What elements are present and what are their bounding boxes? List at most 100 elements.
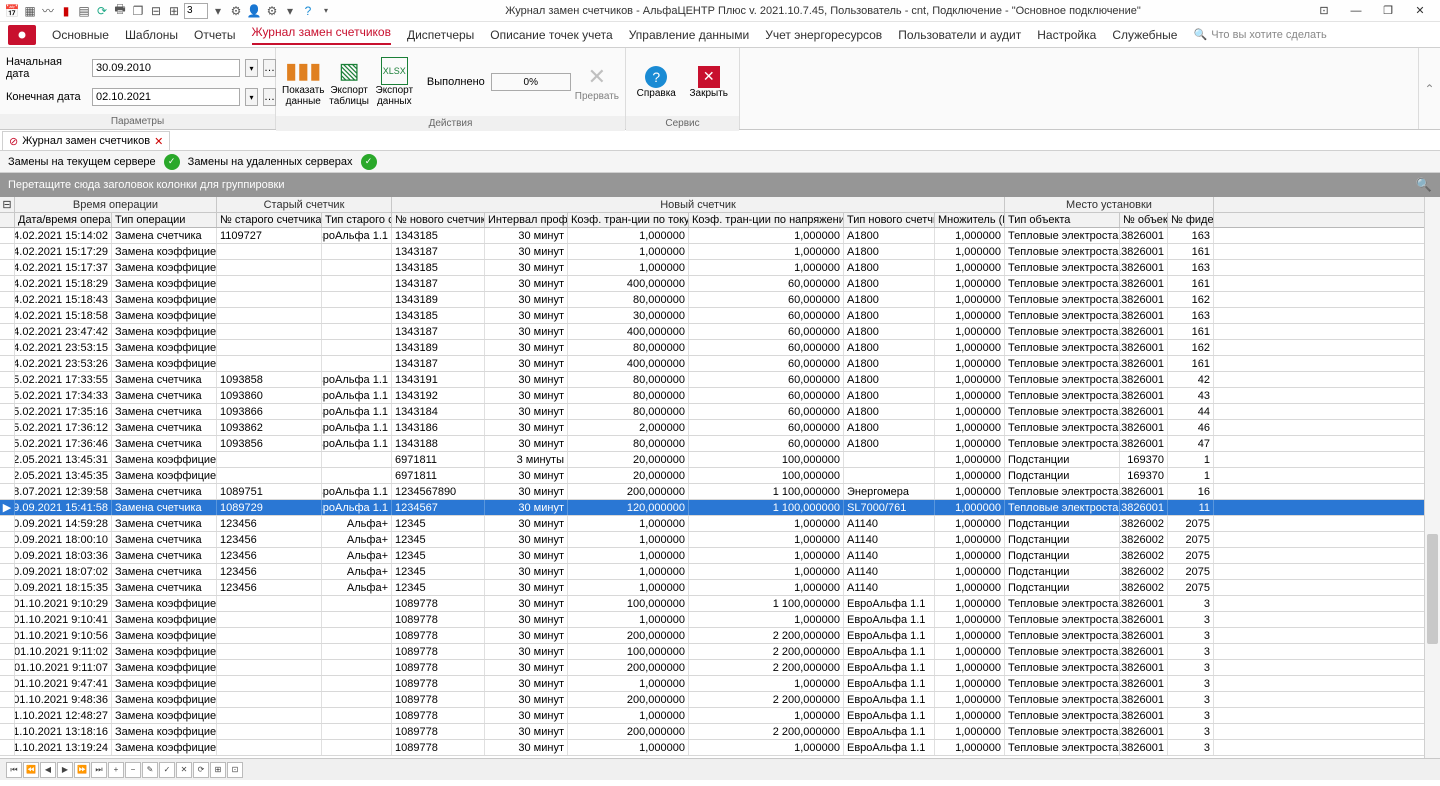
qat-help-dropdown-icon[interactable]: ▾ <box>318 3 334 19</box>
end-date-ellipsis[interactable]: … <box>263 88 276 106</box>
table-row[interactable]: 30.09.2021 18:15:35Замена счетчика123456… <box>0 580 1440 596</box>
table-row[interactable]: 24.02.2021 15:14:02Замена счетчика110972… <box>0 228 1440 244</box>
qat-grid-icon[interactable]: ▤ <box>76 3 92 19</box>
qat-refresh-icon[interactable]: ⟳ <box>94 3 110 19</box>
menu-upravlenie[interactable]: Управление данными <box>629 28 750 42</box>
table-row[interactable]: 30.09.2021 18:00:10Замена счетчика123456… <box>0 532 1440 548</box>
qat-more-icon[interactable]: ▾ <box>282 3 298 19</box>
table-row[interactable]: 30.09.2021 18:07:02Замена счетчика123456… <box>0 564 1440 580</box>
nav-last[interactable]: ⏭ <box>91 762 107 778</box>
table-row[interactable]: 08.07.2021 12:39:58Замена счетчика108975… <box>0 484 1440 500</box>
hdr-op[interactable]: Тип операции <box>112 213 217 227</box>
nav-edit[interactable]: ✎ <box>142 762 158 778</box>
hdr-group-old[interactable]: Старый счетчик <box>217 197 392 212</box>
table-row[interactable]: 24.02.2021 23:53:26Замена коэффициентов1… <box>0 356 1440 372</box>
abort-button[interactable]: ✕Прервать <box>575 50 619 114</box>
export-data-button[interactable]: XLSXЭкспорт данных <box>374 50 415 114</box>
group-panel[interactable]: Перетащите сюда заголовок колонки для гр… <box>0 173 1440 197</box>
nav-cancel[interactable]: ✕ <box>176 762 192 778</box>
table-row[interactable]: 01.10.2021 9:47:41Замена коэффициентов10… <box>0 676 1440 692</box>
table-row[interactable]: 24.02.2021 23:47:42Замена коэффициентов1… <box>0 324 1440 340</box>
grid-vscroll-thumb[interactable] <box>1427 534 1438 644</box>
qat-dropdown-icon[interactable]: ▾ <box>210 3 226 19</box>
qat-settings-icon[interactable]: ⚙ <box>228 3 244 19</box>
nav-add[interactable]: + <box>108 762 124 778</box>
hdr-kt[interactable]: Коэф. тран-ции по току (КТ) <box>568 213 689 227</box>
show-data-button[interactable]: ▮▮▮Показать данные <box>282 50 325 114</box>
menu-shablony[interactable]: Шаблоны <box>125 28 178 42</box>
menu-otchety[interactable]: Отчеты <box>194 28 235 42</box>
table-row[interactable]: 25.02.2021 17:35:16Замена счетчика109386… <box>0 404 1440 420</box>
table-row[interactable]: 30.09.2021 18:03:36Замена счетчика123456… <box>0 548 1440 564</box>
help-button[interactable]: ?Справка <box>632 50 681 114</box>
hdr-mult[interactable]: Множитель (М) <box>935 213 1005 227</box>
menu-dispetchery[interactable]: Диспетчеры <box>407 28 474 42</box>
qat-layers-icon[interactable]: ❐ <box>130 3 146 19</box>
qat-help-icon[interactable]: ? <box>300 3 316 19</box>
grid-vscroll[interactable] <box>1424 197 1440 758</box>
menu-uchet[interactable]: Учет энергоресурсов <box>765 28 882 42</box>
qat-chart-icon[interactable]: 〰 <box>40 3 56 19</box>
menu-nastroyka[interactable]: Настройка <box>1037 28 1096 42</box>
table-row[interactable]: 12.05.2021 13:45:35Замена коэффициентов6… <box>0 468 1440 484</box>
table-row[interactable]: 25.02.2021 17:34:33Замена счетчика109386… <box>0 388 1440 404</box>
hdr-oldnum[interactable]: № старого счетчика <box>217 213 322 227</box>
qat-calendar-icon[interactable]: 📅 <box>4 3 20 19</box>
nav-commit[interactable]: ✓ <box>159 762 175 778</box>
table-row[interactable]: 01.10.2021 9:11:02Замена коэффициентов10… <box>0 644 1440 660</box>
qat-hierarchy-icon[interactable]: ⊟ <box>148 3 164 19</box>
table-row[interactable]: 24.02.2021 15:18:43Замена коэффициентов1… <box>0 292 1440 308</box>
qat-user-icon[interactable]: 👤 <box>246 3 262 19</box>
nav-next[interactable]: ▶ <box>57 762 73 778</box>
filter-current-check[interactable]: ✓ <box>164 154 180 170</box>
table-row[interactable]: 01.10.2021 9:10:56Замена коэффициентов10… <box>0 628 1440 644</box>
doctab-journal[interactable]: ⊘ Журнал замен счетчиков ✕ <box>2 131 170 150</box>
filter-remote-check[interactable]: ✓ <box>361 154 377 170</box>
grid-body[interactable]: 24.02.2021 15:14:02Замена счетчика110972… <box>0 228 1440 758</box>
start-date-input[interactable] <box>92 59 240 77</box>
table-row[interactable]: 12.05.2021 13:45:31Замена коэффициентов6… <box>0 452 1440 468</box>
menu-search[interactable]: 🔍Что вы хотите сделать <box>1193 28 1326 41</box>
start-date-dropdown[interactable]: ▾ <box>245 59 258 77</box>
nav-next-page[interactable]: ⏩ <box>74 762 90 778</box>
hdr-newnum[interactable]: № нового счетчика <box>392 213 485 227</box>
table-row[interactable]: 01.10.2021 13:18:16Замена коэффициентов1… <box>0 724 1440 740</box>
table-row[interactable]: 24.02.2021 15:18:29Замена коэффициентов1… <box>0 276 1440 292</box>
menu-zhurnal[interactable]: Журнал замен счетчиков <box>252 25 391 45</box>
close-journal-button[interactable]: ✕Закрыть <box>685 50 734 114</box>
qat-number-input[interactable] <box>184 3 208 19</box>
hdr-indicator[interactable]: ⊟ <box>0 197 15 212</box>
table-row[interactable]: 01.10.2021 9:11:07Замена коэффициентов10… <box>0 660 1440 676</box>
table-row[interactable]: 01.10.2021 13:19:24Замена коэффициентов1… <box>0 740 1440 756</box>
qat-gear-icon[interactable]: ⚙ <box>264 3 280 19</box>
table-row[interactable]: 01.10.2021 9:10:41Замена коэффициентов10… <box>0 612 1440 628</box>
qat-print-icon[interactable]: 🖶 <box>112 3 128 19</box>
table-row[interactable]: 25.02.2021 17:36:12Замена счетчика109386… <box>0 420 1440 436</box>
menu-osnovnye[interactable]: Основные <box>52 28 109 42</box>
minimize-button[interactable]: — <box>1344 3 1368 19</box>
maximize-button[interactable]: ❐ <box>1376 3 1400 19</box>
export-table-button[interactable]: ▧Экспорт таблицы <box>329 50 370 114</box>
end-date-dropdown[interactable]: ▾ <box>245 88 258 106</box>
table-row[interactable]: 01.10.2021 12:48:27Замена коэффициентов1… <box>0 708 1440 724</box>
grid-search-icon[interactable]: 🔍 <box>1416 177 1432 193</box>
nav-extra2[interactable]: ⊡ <box>227 762 243 778</box>
nav-refresh[interactable]: ⟳ <box>193 762 209 778</box>
table-row[interactable]: 24.02.2021 23:53:15Замена коэффициентов1… <box>0 340 1440 356</box>
hdr-newtype[interactable]: Тип нового счетчика <box>844 213 935 227</box>
hdr-feeder[interactable]: № фидера <box>1168 213 1214 227</box>
table-row[interactable]: 30.09.2021 14:59:28Замена счетчика123456… <box>0 516 1440 532</box>
nav-first[interactable]: ⏮ <box>6 762 22 778</box>
hdr-date[interactable]: Дата/время операции <box>15 213 112 227</box>
hdr-group-time[interactable]: Время операции <box>15 197 217 212</box>
hdr-objtype[interactable]: Тип объекта <box>1005 213 1120 227</box>
table-row[interactable]: 01.10.2021 9:48:36Замена коэффициентов10… <box>0 692 1440 708</box>
doctab-close-icon[interactable]: ✕ <box>154 135 163 148</box>
nav-prev[interactable]: ◀ <box>40 762 56 778</box>
menu-opisanie[interactable]: Описание точек учета <box>490 28 612 42</box>
close-button[interactable]: ✕ <box>1408 3 1432 19</box>
hdr-kn[interactable]: Коэф. тран-ции по напряжения (КН) <box>689 213 844 227</box>
file-button[interactable] <box>8 25 36 45</box>
ribbon-collapse-button[interactable]: ⌃ <box>1418 48 1440 129</box>
end-date-input[interactable] <box>92 88 240 106</box>
